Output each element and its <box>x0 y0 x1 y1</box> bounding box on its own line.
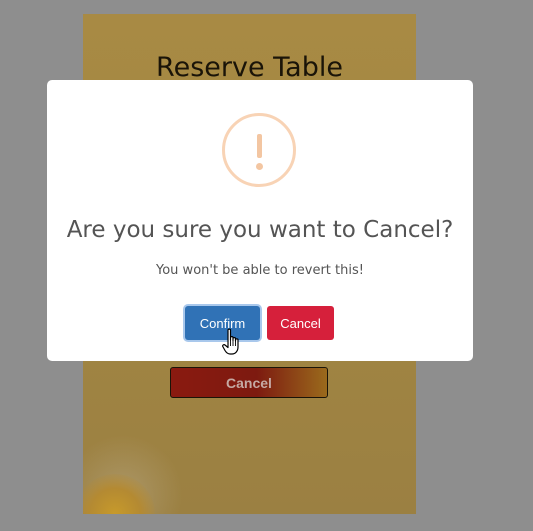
dialog-message: You won't be able to revert this! <box>156 263 364 278</box>
background-page-title: Reserve Table <box>156 52 343 83</box>
exclamation-icon <box>222 113 296 187</box>
confirm-dialog: Are you sure you want to Cancel? You won… <box>47 80 473 361</box>
background-cancel-button: Cancel <box>170 367 328 398</box>
exclamation-dot <box>256 163 263 170</box>
dialog-title: Are you sure you want to Cancel? <box>66 217 454 243</box>
exclamation-bar <box>257 134 262 158</box>
hand-pointer-icon <box>222 328 239 355</box>
cancel-button[interactable]: Cancel <box>267 306 334 340</box>
